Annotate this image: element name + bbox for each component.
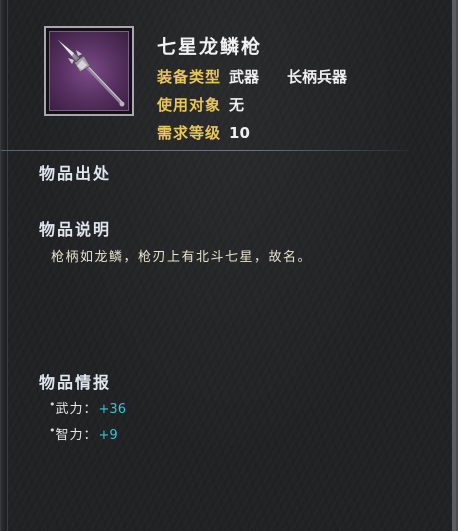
source-section-title: 物品出处 [39, 164, 112, 183]
header-divider [1, 150, 411, 151]
info-section-title: 物品情报 [39, 373, 112, 392]
scrollbar[interactable] [452, 0, 456, 531]
use-target-label: 使用对象 [157, 96, 222, 114]
equip-type-value: 武器 [229, 68, 260, 86]
item-icon-slot [49, 31, 129, 111]
item-tooltip: 七星龙鳞枪 装备类型 武器 长柄兵器 使用对象无 需求等级 10 物品出处 物品说明 … [0, 0, 458, 531]
use-target-row: 使用对象无 [157, 94, 244, 115]
spear-icon [57, 39, 125, 107]
left-panel-edge [1, 0, 8, 531]
use-target-value: 无 [229, 96, 245, 114]
equip-type-label: 装备类型 [157, 68, 222, 86]
equip-subtype-value: 长柄兵器 [287, 68, 348, 86]
stat-row-force: •武力： +36 [49, 398, 126, 417]
stat-colon: ： [83, 428, 97, 443]
required-level-row: 需求等级 10 [157, 122, 250, 143]
stat-name: 智力 [55, 428, 84, 443]
item-icon-frame [44, 26, 134, 116]
item-name: 七星龙鳞枪 [157, 36, 263, 58]
equip-type-row: 装备类型 武器 长柄兵器 [157, 66, 347, 87]
stat-name: 武力 [55, 402, 84, 417]
item-description: 枪柄如龙鳞，枪刃上有北斗七星，故名。 [51, 250, 313, 265]
description-section-title: 物品说明 [39, 220, 112, 239]
stat-value: +36 [98, 402, 126, 417]
stat-row-intellect: •智力： +9 [49, 424, 118, 443]
stat-value: +9 [98, 428, 118, 443]
stat-colon: ： [83, 402, 97, 417]
required-level-label: 需求等级 [157, 124, 222, 142]
required-level-value: 10 [229, 124, 250, 142]
